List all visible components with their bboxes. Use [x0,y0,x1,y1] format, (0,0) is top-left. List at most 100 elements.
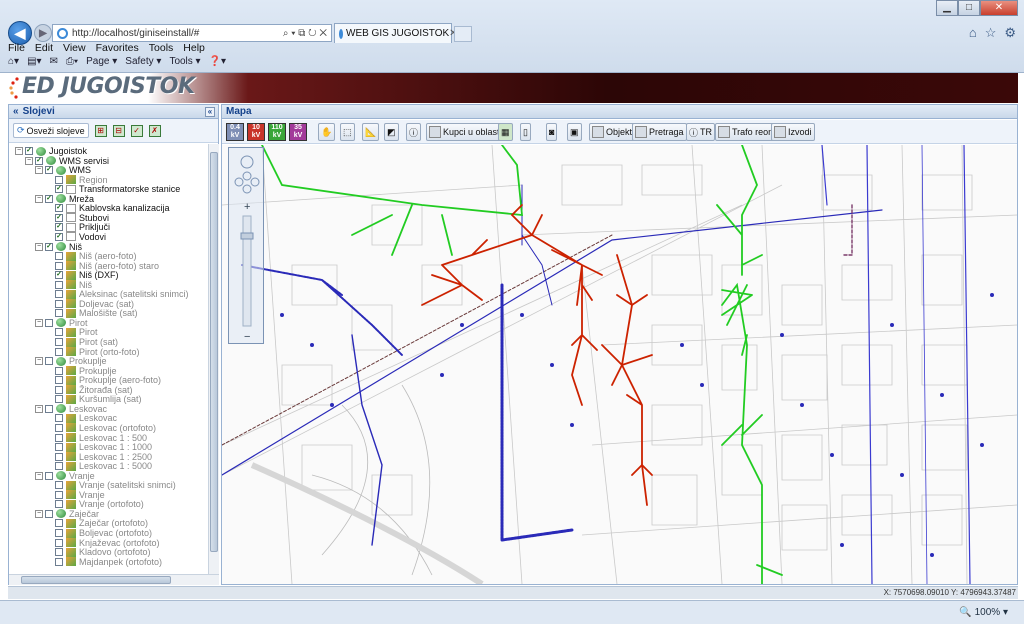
tree-expander-icon[interactable]: − [35,318,43,327]
close-window-button[interactable]: ✕ [980,0,1018,16]
page-menu[interactable]: Page ▾ [86,56,117,67]
voltage-0-4kv-button[interactable]: 0.4 kV [226,123,244,141]
layer-row[interactable]: Knjaževac (ortofoto) [45,538,160,548]
layer-row[interactable]: Niš (aero-foto) staro [45,261,159,271]
layer-checkbox[interactable]: ✓ [25,147,33,155]
layer-checkbox[interactable] [55,490,63,499]
tree-expander-icon[interactable]: − [35,509,43,518]
deselect-all-layers-icon[interactable]: ✗ [148,124,161,137]
kupci-u-oblasti-button[interactable]: Kupci u oblasti [426,123,505,141]
izvodi-button[interactable]: Izvodi [771,123,815,141]
layer-toggle-button[interactable]: ▦ [498,123,513,141]
layer-checkbox[interactable] [55,538,63,547]
map-svg[interactable] [222,145,1017,584]
tree-expander-icon[interactable]: − [35,404,43,413]
layer-row[interactable]: Prokuplje (aero-foto) [45,375,161,385]
layer-row[interactable]: Region [45,175,108,185]
settings-gear-icon[interactable]: ⚙ [1004,25,1016,41]
layer-checkbox[interactable] [55,347,63,356]
layer-row[interactable]: − ✓ WMS servisi [25,156,109,166]
layer-checkbox[interactable]: ✓ [55,185,63,194]
layer-checkbox[interactable] [55,280,63,289]
layer-row[interactable]: Pirot [45,327,98,337]
layer-checkbox[interactable]: ✓ [55,271,63,280]
layer-checkbox[interactable] [45,471,53,480]
layer-checkbox[interactable] [55,500,63,509]
area-tool-button[interactable]: ◩ [384,123,399,141]
layer-row[interactable]: Kladovo (ortofoto) [45,547,151,557]
layer-row[interactable]: − Zaječar [35,509,99,519]
print-icon[interactable]: ⎙▾ [66,56,78,67]
maximize-button[interactable]: □ [958,0,980,16]
layer-row[interactable]: Vranje (ortofoto) [45,499,144,509]
layer-checkbox[interactable] [45,357,53,366]
layer-row[interactable]: Doljevac (sat) [45,299,134,309]
browser-tab[interactable]: WEB GIS JUGOISTOK ✕ [334,23,458,43]
menu-file[interactable]: File [8,42,25,54]
tree-expander-icon[interactable]: − [25,156,33,165]
layer-checkbox[interactable]: ✓ [55,232,63,241]
new-tab-button[interactable] [454,26,472,42]
layer-row[interactable]: Malošište (sat) [45,308,138,318]
layer-checkbox[interactable] [55,175,63,184]
forward-button[interactable]: ▶ [34,24,52,42]
layer-checkbox[interactable] [55,252,63,261]
layer-checkbox[interactable] [55,433,63,442]
layer-checkbox[interactable] [55,376,63,385]
layer-row[interactable]: ✓ Niš (DXF) [45,270,119,280]
tree-expander-icon[interactable]: − [35,242,43,251]
layer-checkbox[interactable] [55,395,63,404]
select-all-layers-icon[interactable]: ✓ [130,124,143,137]
scrollbar-thumb[interactable] [210,152,218,552]
layer-checkbox[interactable] [45,404,53,413]
layer-row[interactable]: Leskovac 1 : 2500 [45,452,152,462]
layer-checkbox[interactable]: ✓ [35,156,43,165]
tr-button[interactable]: ⓘ TR [686,123,716,141]
zoom-level[interactable]: 🔍 100% ▾ [959,607,1008,618]
info-tool-button[interactable]: ⓘ [406,123,422,141]
layer-row[interactable]: − ✓ WMS [35,165,91,175]
mail-icon[interactable]: ✉ [50,56,58,67]
layer-row[interactable]: Boljevac (ortofoto) [45,528,152,538]
refresh-layers-button[interactable]: ⟳ Osveži slojeve [13,123,89,138]
layer-checkbox[interactable] [55,548,63,557]
print-map-button[interactable]: ▯ [520,123,531,141]
layer-checkbox[interactable]: ✓ [55,213,63,222]
layer-row[interactable]: Žitorađa (sat) [45,385,133,395]
layer-checkbox[interactable]: ✓ [45,194,53,203]
layer-checkbox[interactable] [55,290,63,299]
layer-row[interactable]: Prokuplje [45,366,117,376]
layer-checkbox[interactable] [55,519,63,528]
layer-checkbox[interactable]: ✓ [45,166,53,175]
trafo-reoni-button[interactable]: Trafo reoni [715,123,779,141]
layer-checkbox[interactable] [55,328,63,337]
layer-checkbox[interactable] [55,443,63,452]
layer-row[interactable]: Kuršumlija (sat) [45,394,142,404]
hscrollbar-thumb[interactable] [21,576,171,584]
layer-row[interactable]: − ✓ Jugoistok [15,146,87,156]
layer-checkbox[interactable] [55,261,63,270]
menu-edit[interactable]: Edit [35,42,53,54]
layer-row[interactable]: Majdanpek (ortofoto) [45,557,162,567]
layer-row[interactable]: ✓ Kablovska kanalizacija [45,203,170,213]
layer-row[interactable]: − Pirot [35,318,88,328]
layer-checkbox[interactable] [55,309,63,318]
layer-tree-scrollbar[interactable] [208,144,219,574]
layer-checkbox[interactable] [55,414,63,423]
layer-row[interactable]: − Prokuplje [35,356,107,366]
collapse-left-icon[interactable]: « [13,106,19,117]
layer-row[interactable]: − ✓ Mreža [35,194,94,204]
tree-expander-icon[interactable]: − [35,471,43,480]
layer-row[interactable]: Vranje (satelitski snimci) [45,480,176,490]
layer-row[interactable]: Leskovac 1 : 5000 [45,461,152,471]
address-controls[interactable]: ⌕ ▾ ⧉ ↻ ✕ [283,28,331,39]
layer-checkbox[interactable] [45,509,53,518]
home-icon[interactable]: ⌂ [969,25,977,41]
favorites-star-icon[interactable]: ☆ [985,25,997,41]
address-bar[interactable]: http://localhost/giniseinstall/# ⌕ ▾ ⧉ ↻… [52,24,332,42]
tree-expander-icon[interactable]: − [35,194,43,203]
layer-row[interactable]: ✓ Priključi [45,222,110,232]
menu-help[interactable]: Help [183,42,205,54]
layer-checkbox[interactable] [55,481,63,490]
tree-expander-icon[interactable]: − [35,166,43,175]
